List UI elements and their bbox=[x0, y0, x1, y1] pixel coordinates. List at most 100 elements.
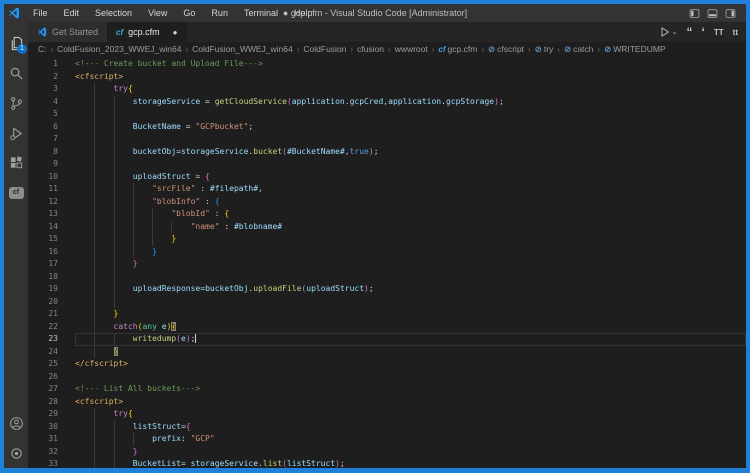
line-number: 21 bbox=[28, 308, 75, 321]
code-line-16[interactable]: 16} bbox=[28, 246, 746, 259]
menu-go[interactable]: Go bbox=[176, 6, 202, 20]
line-number: 16 bbox=[28, 246, 75, 259]
menu-view[interactable]: View bbox=[141, 6, 174, 20]
line-content: } bbox=[75, 308, 746, 321]
line-number: 12 bbox=[28, 196, 75, 209]
indent-guide bbox=[94, 146, 113, 159]
code-line-24[interactable]: 24} bbox=[28, 346, 746, 359]
menu-terminal[interactable]: Terminal bbox=[237, 6, 285, 20]
breadcrumb-item-c-[interactable]: C: bbox=[38, 44, 47, 54]
activity-item-explorer-icon[interactable]: 1 bbox=[4, 28, 28, 58]
code-line-8[interactable]: 8bucketObj=storageService.bucket(#Bucket… bbox=[28, 146, 746, 159]
run-cfml-button[interactable]: ⌄ bbox=[659, 26, 678, 38]
indent-guide bbox=[94, 446, 113, 459]
breadcrumb-item-cfusion[interactable]: cfusion bbox=[357, 44, 384, 54]
breadcrumb-separator: › bbox=[432, 45, 435, 54]
indent-guide bbox=[114, 271, 133, 284]
indent-guide bbox=[94, 321, 113, 334]
breadcrumb: C:›ColdFusion_2023_WWEJ_win64›ColdFusion… bbox=[28, 42, 746, 56]
breadcrumb-item-gcp-cfm[interactable]: cfgcp.cfm bbox=[438, 44, 477, 54]
line-content: "name" : #blobname# bbox=[75, 221, 746, 234]
breadcrumb-item-coldfusion-wwej-win64[interactable]: ColdFusion_WWEJ_win64 bbox=[192, 44, 293, 54]
line-content: <!--- List All buckets---> bbox=[75, 383, 746, 396]
activity-item-search-icon[interactable] bbox=[4, 58, 28, 88]
symbol-icon: ⊘ bbox=[535, 45, 542, 53]
text-cursor bbox=[195, 333, 196, 343]
indent-guide bbox=[94, 171, 113, 184]
code-line-20[interactable]: 20 bbox=[28, 296, 746, 309]
breadcrumb-item-try[interactable]: ⊘try bbox=[535, 44, 554, 54]
tab-get-started[interactable]: Get Started bbox=[28, 22, 107, 42]
activity-item-run-and-debug-icon[interactable] bbox=[4, 118, 28, 148]
indent-guide bbox=[152, 233, 171, 246]
activity-item-source-control-icon[interactable] bbox=[4, 88, 28, 118]
code-line-13[interactable]: 13"blobId" : { bbox=[28, 208, 746, 221]
menu-selection[interactable]: Selection bbox=[88, 6, 139, 20]
code-line-27[interactable]: 27<!--- List All buckets---> bbox=[28, 383, 746, 396]
toggle-panel-icon[interactable] bbox=[707, 8, 718, 19]
code-line-31[interactable]: 31prefix: "GCP" bbox=[28, 433, 746, 446]
line-content bbox=[75, 371, 746, 384]
code-line-18[interactable]: 18 bbox=[28, 271, 746, 284]
code-line-29[interactable]: 29try{ bbox=[28, 408, 746, 421]
breadcrumb-item-wwwroot[interactable]: wwwroot bbox=[395, 44, 428, 54]
tab-gcp-cfm[interactable]: cf gcp.cfm ● bbox=[107, 22, 186, 42]
indent-guide bbox=[114, 333, 133, 346]
code-line-19[interactable]: 19uploadResponse=bucketObj.uploadFile(up… bbox=[28, 283, 746, 296]
code-line-9[interactable]: 9 bbox=[28, 158, 746, 171]
code-line-12[interactable]: 12"blobInfo" : { bbox=[28, 196, 746, 209]
menu-edit[interactable]: Edit bbox=[57, 6, 87, 20]
line-number: 18 bbox=[28, 271, 75, 284]
code-line-4[interactable]: 4storageService = getCloudService(applic… bbox=[28, 96, 746, 109]
breadcrumb-item-catch[interactable]: ⊘catch bbox=[564, 44, 593, 54]
code-line-1[interactable]: 1<!--- Create bucket and Upload File---> bbox=[28, 58, 746, 71]
breadcrumb-item-coldfusion-2023-wwej-win64[interactable]: ColdFusion_2023_WWEJ_win64 bbox=[57, 44, 181, 54]
code-line-7[interactable]: 7 bbox=[28, 133, 746, 146]
code-area[interactable]: 1<!--- Create bucket and Upload File--->… bbox=[28, 56, 746, 468]
code-line-6[interactable]: 6BucketName = "GCPbucket"; bbox=[28, 121, 746, 134]
toggle-secondary-sidebar-icon[interactable] bbox=[725, 8, 736, 19]
code-line-32[interactable]: 32} bbox=[28, 446, 746, 459]
code-line-30[interactable]: 30listStruct={ bbox=[28, 421, 746, 434]
double-quotes-button[interactable]: “ bbox=[687, 28, 693, 36]
code-line-21[interactable]: 21} bbox=[28, 308, 746, 321]
indent-guide bbox=[94, 158, 113, 171]
single-quote-button[interactable]: ‘ bbox=[702, 28, 705, 36]
breadcrumb-label: cfusion bbox=[357, 44, 384, 54]
code-line-5[interactable]: 5 bbox=[28, 108, 746, 121]
menu-run[interactable]: Run bbox=[204, 6, 235, 20]
activity-item-extensions-icon[interactable] bbox=[4, 148, 28, 178]
breadcrumb-label: ColdFusion_2023_WWEJ_win64 bbox=[57, 44, 181, 54]
code-line-25[interactable]: 25</cfscript> bbox=[28, 358, 746, 371]
uppercase-button[interactable]: TT bbox=[714, 28, 724, 37]
activity-item-account-icon[interactable] bbox=[4, 408, 28, 438]
breadcrumb-label: try bbox=[544, 44, 553, 54]
menu-file[interactable]: File bbox=[26, 6, 55, 20]
menu-help[interactable]: Help bbox=[287, 6, 320, 20]
code-line-23[interactable]: 23writedump(e); bbox=[28, 333, 746, 346]
code-line-26[interactable]: 26 bbox=[28, 371, 746, 384]
indent-guide bbox=[114, 433, 133, 446]
code-line-10[interactable]: 10uploadStruct = { bbox=[28, 171, 746, 184]
code-line-2[interactable]: 2<cfscript> bbox=[28, 71, 746, 84]
code-line-28[interactable]: 28<cfscript> bbox=[28, 396, 746, 409]
breadcrumb-item-coldfusion[interactable]: ColdFusion bbox=[303, 44, 346, 54]
indent-guide bbox=[171, 221, 190, 234]
breadcrumb-item-cfscript[interactable]: ⊘cfscript bbox=[488, 44, 524, 54]
lowercase-button[interactable]: tt bbox=[733, 28, 738, 37]
code-line-11[interactable]: 11"srcFile" : #filepath#, bbox=[28, 183, 746, 196]
code-line-22[interactable]: 22catch(any e){ bbox=[28, 321, 746, 334]
line-number: 23 bbox=[28, 333, 75, 346]
code-line-14[interactable]: 14"name" : #blobname# bbox=[28, 221, 746, 234]
code-line-3[interactable]: 3try{ bbox=[28, 83, 746, 96]
code-line-33[interactable]: 33BucketList= storageService.list(listSt… bbox=[28, 458, 746, 468]
modified-indicator[interactable]: ● bbox=[173, 28, 178, 37]
layout-controls bbox=[689, 8, 746, 19]
activity-item-settings-icon[interactable] bbox=[4, 438, 28, 468]
code-line-17[interactable]: 17} bbox=[28, 258, 746, 271]
activity-item-cfml-icon[interactable]: cf bbox=[4, 178, 28, 208]
symbol-icon: ⊘ bbox=[604, 45, 611, 53]
code-line-15[interactable]: 15} bbox=[28, 233, 746, 246]
breadcrumb-item-writedump[interactable]: ⊘WRITEDUMP bbox=[604, 44, 666, 54]
toggle-sidebar-icon[interactable] bbox=[689, 8, 700, 19]
